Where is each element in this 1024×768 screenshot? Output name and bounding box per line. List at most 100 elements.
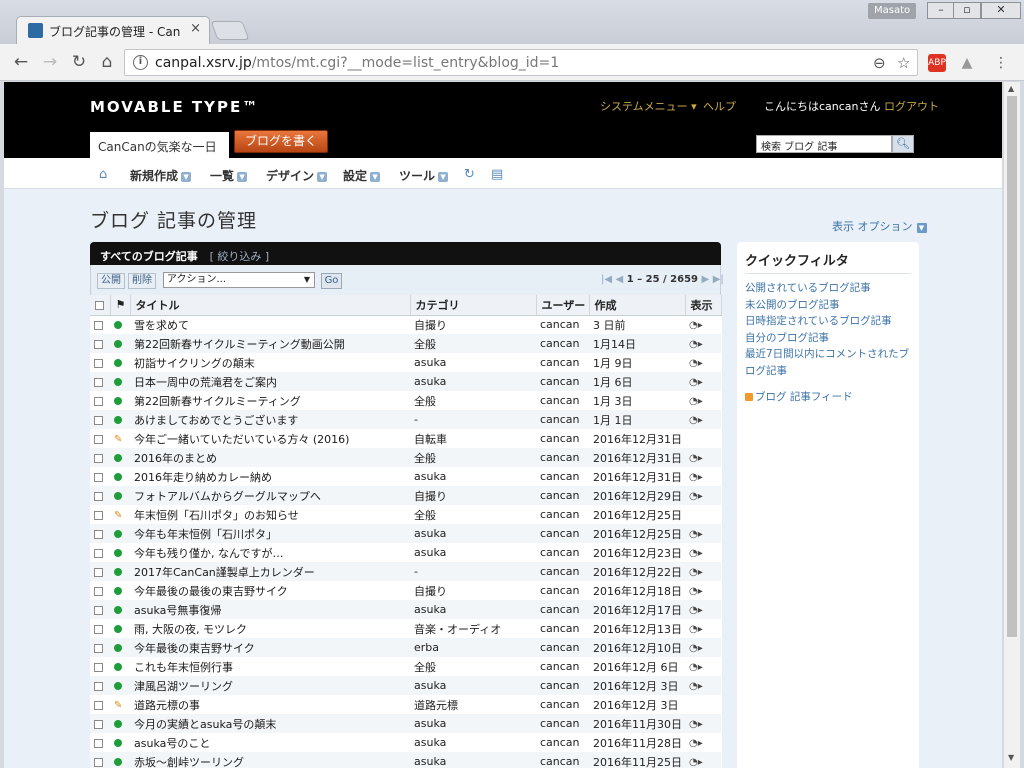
delete-button[interactable]: 削除 (128, 273, 156, 289)
row-checkbox[interactable] (94, 757, 103, 767)
row-checkbox[interactable] (94, 662, 103, 672)
menu-kebab-icon[interactable]: ⋮ (992, 54, 1010, 72)
browser-tab[interactable]: ブログ記事の管理 - Can × (16, 16, 210, 44)
view-entry-icon[interactable]: ◔▸ (689, 339, 703, 350)
view-entry-icon[interactable]: ◔▸ (689, 491, 703, 502)
entry-title-link[interactable]: 今年ご一緒いていただいている方々 (2016) (130, 429, 410, 448)
row-checkbox-cell[interactable] (90, 315, 110, 334)
table-row[interactable]: asuka号のこと asuka cancan 2016年11月28日 ◔▸ (90, 733, 721, 752)
view-site-icon[interactable]: ▤ (491, 167, 503, 182)
adblock-extension-icon[interactable]: ABP (928, 54, 946, 72)
tab-close-icon[interactable]: × (190, 21, 201, 36)
logout-link[interactable]: ログアウト (884, 100, 939, 113)
table-row[interactable]: 赤坂～創峠ツーリング asuka cancan 2016年11月25日 ◔▸ (90, 752, 721, 768)
table-row[interactable]: 2016年のまとめ 全般 cancan 2016年12月31日 ◔▸ (90, 448, 721, 467)
minimize-button[interactable]: – (927, 2, 955, 19)
table-row[interactable]: 今年も年末恒例「石川ポタ」 asuka cancan 2016年12月25日 ◔▸ (90, 524, 721, 543)
view-entry-icon[interactable]: ◔▸ (689, 377, 703, 388)
row-checkbox-cell[interactable] (90, 486, 110, 505)
help-link[interactable]: ヘルプ (703, 98, 736, 114)
reload-icon[interactable]: ↻ (68, 51, 90, 73)
table-row[interactable]: ✎ 道路元標の事 道路元標 cancan 2016年12月 3日 (90, 695, 721, 714)
first-page-icon[interactable]: |◀ (601, 274, 612, 285)
system-menu-link[interactable]: システムメニュー ▾ (600, 98, 697, 114)
table-row[interactable]: 2017年CanCan謹製卓上カレンダー - cancan 2016年12月22日 ◔▸ (90, 562, 721, 581)
close-window-button[interactable]: ✕ (981, 2, 1021, 19)
row-checkbox[interactable] (94, 567, 103, 577)
row-checkbox[interactable] (94, 434, 103, 444)
filter-mine-link[interactable]: 自分のブログ記事 (745, 330, 911, 347)
go-button[interactable]: Go (321, 273, 342, 289)
view-entry-icon[interactable]: ◔▸ (689, 358, 703, 369)
row-checkbox-cell[interactable] (90, 714, 110, 733)
nav-settings-menu[interactable]: 設定 ▼ (343, 167, 381, 184)
table-row[interactable]: これも年末恒例行事 全般 cancan 2016年12月 6日 ◔▸ (90, 657, 721, 676)
action-select[interactable]: アクション... ▼ (163, 272, 315, 288)
view-entry-icon[interactable]: ◔▸ (689, 415, 703, 426)
row-checkbox-cell[interactable] (90, 467, 110, 486)
search-icon[interactable]: 🔍︎ (892, 135, 914, 153)
entry-title-link[interactable]: これも年末恒例行事 (130, 657, 410, 676)
view-entry-icon[interactable]: ◔▸ (689, 605, 703, 616)
view-entry-icon[interactable]: ◔▸ (689, 320, 703, 331)
entry-title-link[interactable]: 第22回新春サイクルミーティング動画公開 (130, 334, 410, 353)
entry-title-link[interactable]: 年末恒例「石川ポタ」のお知らせ (130, 505, 410, 524)
entry-feed-link[interactable]: ブログ 記事フィード (745, 389, 911, 406)
view-entry-icon[interactable]: ◔▸ (689, 757, 703, 768)
table-row[interactable]: 雪を求めて 自撮り cancan 3 日前 ◔▸ (90, 315, 721, 334)
row-checkbox-cell[interactable] (90, 410, 110, 429)
entry-title-link[interactable]: 今年も年末恒例「石川ポタ」 (130, 524, 410, 543)
row-checkbox-cell[interactable] (90, 391, 110, 410)
table-row[interactable]: 津風呂湖ツーリング asuka cancan 2016年12月 3日 ◔▸ (90, 676, 721, 695)
table-row[interactable]: フォトアルバムからグーグルマップへ 自撮り cancan 2016年12月29日 ◔▸ (90, 486, 721, 505)
display-options-link[interactable]: 表示 オプション ▼ (832, 218, 927, 234)
row-checkbox[interactable] (94, 624, 103, 634)
nav-design-menu[interactable]: デザイン ▼ (266, 167, 328, 184)
view-entry-icon[interactable]: ◔▸ (689, 529, 703, 540)
row-checkbox[interactable] (94, 719, 103, 729)
row-checkbox[interactable] (94, 586, 103, 596)
filter-unpublished-link[interactable]: 未公開のブログ記事 (745, 297, 911, 314)
table-row[interactable]: 初詣サイクリングの顛末 asuka cancan 1月 9日 ◔▸ (90, 353, 721, 372)
row-checkbox-cell[interactable] (90, 752, 110, 768)
select-all-checkbox[interactable] (90, 295, 111, 316)
table-row[interactable]: ✎ 今年ご一緒いていただいている方々 (2016) 自転車 cancan 2016年12… (90, 429, 721, 448)
rebuild-icon[interactable]: ↻ (464, 167, 475, 182)
view-entry-icon[interactable]: ◔▸ (689, 548, 703, 559)
row-checkbox-cell[interactable] (90, 695, 110, 714)
table-row[interactable]: 日本一周中の荒滝君をご案内 asuka cancan 1月 6日 ◔▸ (90, 372, 721, 391)
prev-page-icon[interactable]: ◀ (616, 274, 624, 285)
row-checkbox-cell[interactable] (90, 372, 110, 391)
row-checkbox-cell[interactable] (90, 334, 110, 353)
bookmark-star-icon[interactable]: ☆ (897, 54, 910, 72)
table-row[interactable]: 第22回新春サイクルミーティング動画公開 全般 cancan 1月14日 ◔▸ (90, 334, 721, 353)
view-entry-icon[interactable]: ◔▸ (689, 643, 703, 654)
filter-recent-comments-link[interactable]: 最近7日間以内にコメントされたブログ記事 (745, 346, 911, 379)
table-row[interactable]: ✎ 年末恒例「石川ポタ」のお知らせ 全般 cancan 2016年12月25日 (90, 505, 721, 524)
search-input[interactable]: 検索 ブログ 記事 (756, 135, 892, 153)
created-column-header[interactable]: 作成 (589, 295, 686, 316)
row-checkbox[interactable] (94, 320, 103, 330)
filter-scheduled-link[interactable]: 日時指定されているブログ記事 (745, 313, 911, 330)
row-checkbox-cell[interactable] (90, 562, 110, 581)
view-entry-icon[interactable]: ◔▸ (689, 681, 703, 692)
entry-title-link[interactable]: 初詣サイクリングの顛末 (130, 353, 410, 372)
row-checkbox[interactable] (94, 377, 103, 387)
row-checkbox[interactable] (94, 415, 103, 425)
address-bar[interactable]: i canpal.xsrv.jp/mtos/mt.cgi?__mode=list… (124, 49, 918, 76)
entry-title-link[interactable]: 今年最後の最後の東吉野サイク (130, 581, 410, 600)
entry-title-link[interactable]: 今月の実績とasuka号の顛末 (130, 714, 410, 733)
row-checkbox-cell[interactable] (90, 638, 110, 657)
table-row[interactable]: 雨, 大阪の夜, モツレク 音楽・オーディオ cancan 2016年12月13日 ◔▸ (90, 619, 721, 638)
row-checkbox[interactable] (94, 548, 103, 558)
row-checkbox[interactable] (94, 605, 103, 615)
back-icon[interactable]: ← (10, 51, 32, 73)
entry-title-link[interactable]: 津風呂湖ツーリング (130, 676, 410, 695)
status-column-header[interactable]: ⚑ (110, 295, 131, 316)
row-checkbox-cell[interactable] (90, 600, 110, 619)
nav-tools-menu[interactable]: ツール ▼ (399, 167, 449, 184)
dashboard-home-icon[interactable]: ⌂ (99, 167, 107, 182)
zoom-icon[interactable]: ⊖ (873, 54, 886, 72)
home-icon[interactable]: ⌂ (96, 51, 118, 73)
last-page-icon[interactable]: ▶| (713, 274, 724, 285)
